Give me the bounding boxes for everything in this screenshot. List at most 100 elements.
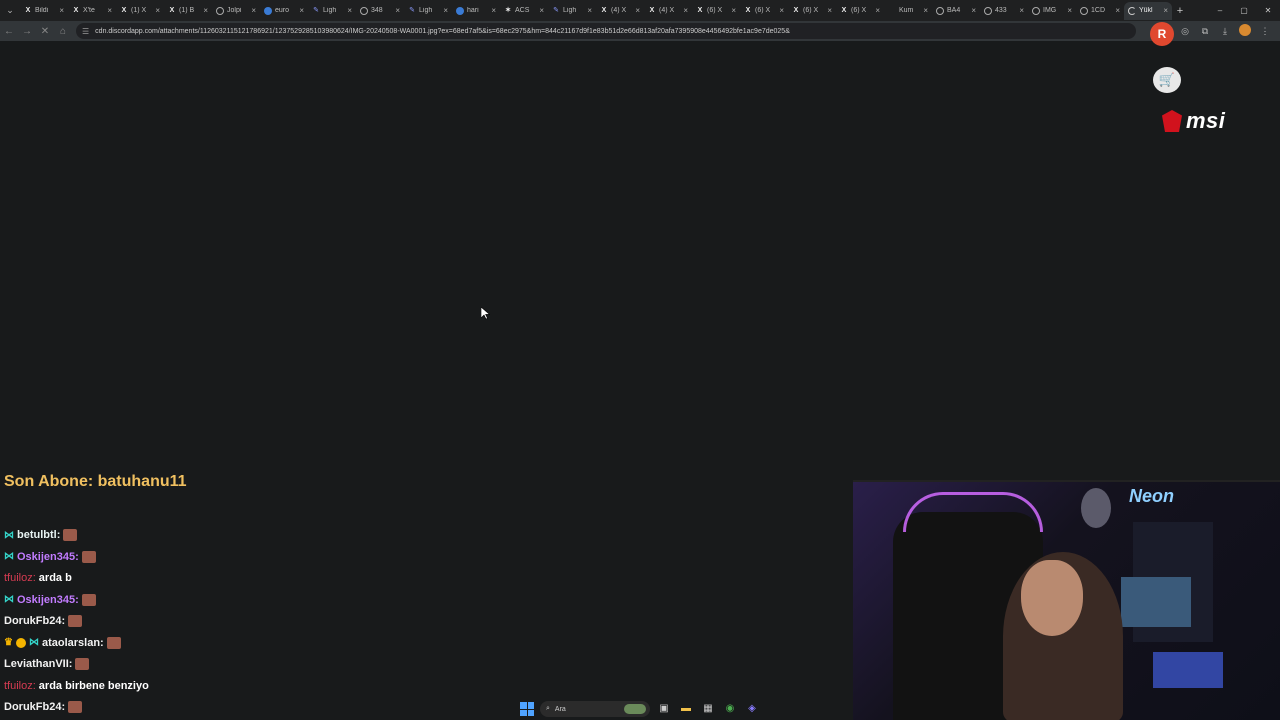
close-tab-icon[interactable]: × <box>875 6 880 15</box>
tab-title: (6) X <box>851 7 867 14</box>
chat-username: ataolarslan: <box>41 636 104 649</box>
close-tab-icon[interactable]: × <box>971 6 976 15</box>
maximize-button[interactable]: ▢ <box>1232 0 1256 21</box>
browser-tab[interactable]: X (4) X × <box>644 2 692 20</box>
close-tab-icon[interactable]: × <box>347 6 352 15</box>
browser-tab[interactable]: ✶ ACS × <box>500 2 548 20</box>
close-tab-icon[interactable]: × <box>1019 6 1024 15</box>
chrome-icon[interactable]: ◉ <box>722 701 738 717</box>
tab-search-button[interactable]: ⌄ <box>0 0 20 21</box>
new-tab-button[interactable]: + <box>1172 5 1188 17</box>
close-tab-icon[interactable]: × <box>827 6 832 15</box>
close-tab-icon[interactable]: × <box>731 6 736 15</box>
x-icon: X <box>745 6 751 14</box>
forward-button[interactable]: → <box>18 26 36 37</box>
task-view-icon[interactable]: ▣ <box>656 701 672 717</box>
close-tab-icon[interactable]: × <box>1115 6 1120 15</box>
x-icon: X <box>73 6 79 14</box>
browser-tab[interactable]: X (6) X × <box>692 2 740 20</box>
last-subscriber-label: Son Abone: batuhanu11 <box>4 473 187 490</box>
chat-username: tfuiloz: <box>4 572 36 584</box>
close-window-button[interactable]: ✕ <box>1256 0 1280 21</box>
close-tab-icon[interactable]: × <box>683 6 688 15</box>
tab-title: Ligh <box>419 7 433 14</box>
close-tab-icon[interactable]: × <box>587 6 592 15</box>
close-tab-icon[interactable]: × <box>779 6 784 15</box>
address-bar[interactable]: ☰ cdn.discordapp.com/attachments/1126032… <box>76 23 1136 39</box>
browser-tab[interactable]: euro × <box>260 2 308 20</box>
close-tab-icon[interactable]: × <box>251 6 256 15</box>
browser-tab[interactable]: X (1) B × <box>164 2 212 20</box>
close-tab-icon[interactable]: × <box>539 6 544 15</box>
browser-tab[interactable]: ✎ Ligh × <box>308 2 356 20</box>
menu-kebab-icon[interactable]: ⋮ <box>1256 26 1274 37</box>
browser-tab[interactable]: 1CD × <box>1076 2 1124 20</box>
browser-tab[interactable]: ✎ Ligh × <box>404 2 452 20</box>
chat-text: arda b <box>38 572 72 584</box>
tab-title: 348 <box>371 7 383 14</box>
close-tab-icon[interactable]: × <box>107 6 112 15</box>
close-tab-icon[interactable]: × <box>923 6 928 15</box>
tab-title: hari <box>467 7 479 14</box>
browser-tab[interactable]: 433 × <box>980 2 1028 20</box>
extension-icon[interactable]: ◎ <box>1176 26 1194 37</box>
extensions-puzzle-icon[interactable]: ⧉ <box>1196 26 1214 37</box>
close-tab-icon[interactable]: × <box>443 6 448 15</box>
chat-message: ⋈ Oskijen345: <box>4 548 96 566</box>
site-info-icon[interactable]: ☰ <box>82 27 89 36</box>
browser-tab[interactable]: X (6) X × <box>740 2 788 20</box>
browser-tab[interactable]: Jolpi × <box>212 2 260 20</box>
tab-title: (4) X <box>659 7 675 14</box>
windows-start-icon[interactable] <box>520 702 534 716</box>
browser-tab[interactable]: X Bildi × <box>20 2 68 20</box>
browser-tab[interactable]: X (1) X × <box>116 2 164 20</box>
downloads-icon[interactable]: ⤓ <box>1216 26 1234 37</box>
shopping-cart-icon: 🛒 <box>1153 67 1181 93</box>
browser-tab[interactable]: BA4 × <box>932 2 980 20</box>
browser-tab[interactable]: ✎ Ligh × <box>548 2 596 20</box>
tab-title: (6) X <box>707 7 723 14</box>
back-button[interactable]: ← <box>0 26 18 37</box>
browser-tab[interactable]: hari × <box>452 2 500 20</box>
profile-avatar[interactable] <box>1236 24 1254 38</box>
file-explorer-icon[interactable]: ▬ <box>678 701 694 717</box>
close-tab-icon[interactable]: × <box>395 6 400 15</box>
loading-icon <box>1128 6 1136 15</box>
browser-tab[interactable]: 348 × <box>356 2 404 20</box>
chat-text: arda birbene benziyo <box>38 679 149 692</box>
close-tab-icon[interactable]: × <box>491 6 496 15</box>
browser-tab[interactable]: X (4) X × <box>596 2 644 20</box>
browser-tab[interactable]: Yükl × <box>1124 1 1172 20</box>
chat-username: DorukFb24: <box>4 615 66 627</box>
discord-icon[interactable]: ◈ <box>744 701 760 717</box>
browser-tab[interactable]: X (6) X × <box>836 2 884 20</box>
browser-tab[interactable]: X (6) X × <box>788 2 836 20</box>
home-button[interactable]: ⌂ <box>54 26 72 37</box>
tab-title: Bildi <box>35 7 49 14</box>
close-tab-icon[interactable]: × <box>1067 6 1072 15</box>
close-tab-icon[interactable]: × <box>203 6 208 15</box>
chat-username: Oskijen345: <box>17 593 79 606</box>
emote-icon <box>106 636 121 649</box>
address-url: cdn.discordapp.com/attachments/112603211… <box>95 27 790 35</box>
windows-taskbar: ⌕ Ara ▣ ▬ ▦ ◉ ◈ <box>0 698 1280 720</box>
tab-title: Ligh <box>323 7 337 14</box>
close-tab-icon[interactable]: × <box>59 6 64 15</box>
coin-badge-icon <box>15 637 26 648</box>
taskbar-search-box[interactable]: ⌕ Ara <box>540 701 650 717</box>
browser-tab[interactable]: X X'te × <box>68 2 116 20</box>
close-tab-icon[interactable]: × <box>1163 6 1168 15</box>
store-icon[interactable]: ▦ <box>700 701 716 717</box>
browser-tab[interactable]: IMG × <box>1028 2 1076 20</box>
tab-title: BA4 <box>947 7 961 14</box>
close-tab-icon[interactable]: × <box>155 6 160 15</box>
star-icon: ✶ <box>505 6 511 14</box>
close-tab-icon[interactable]: × <box>635 6 640 15</box>
close-tab-icon[interactable]: × <box>299 6 304 15</box>
streamer-face <box>1021 560 1083 636</box>
stop-loading-button[interactable]: ✕ <box>36 26 54 37</box>
neon-light-arc <box>903 492 1043 532</box>
browser-tab[interactable]: Kum × <box>884 2 932 20</box>
minimize-button[interactable]: – <box>1208 0 1232 21</box>
window-controls: – ▢ ✕ <box>1208 0 1280 21</box>
